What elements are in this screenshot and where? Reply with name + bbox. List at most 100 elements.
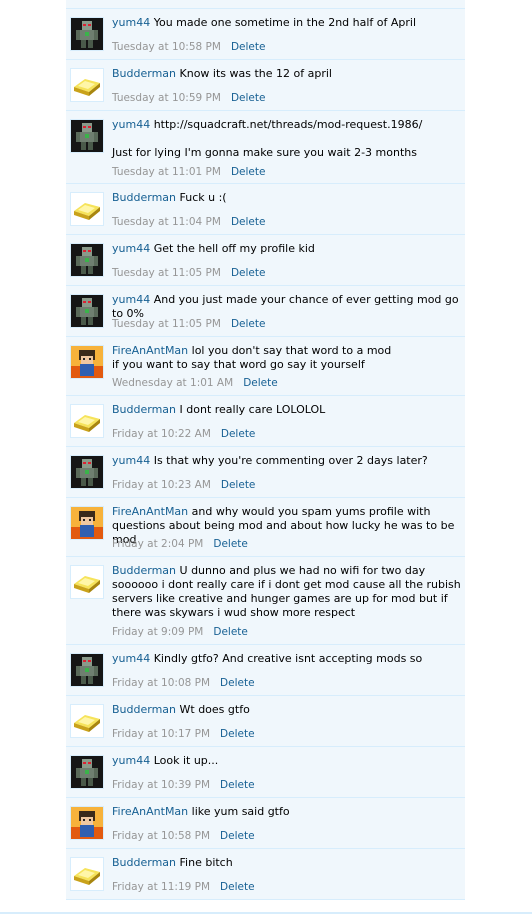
- comment-text: And you just made your chance of ever ge…: [112, 293, 463, 320]
- delete-link[interactable]: Delete: [220, 677, 255, 689]
- delete-link[interactable]: Delete: [220, 830, 255, 842]
- author-link[interactable]: yum44: [112, 242, 150, 255]
- comment-meta: Tuesday at 11:04 PM Delete: [112, 216, 265, 228]
- delete-link[interactable]: Delete: [231, 216, 266, 228]
- avatar[interactable]: [70, 806, 104, 840]
- comment-body: Budderman Know its was the 12 of april: [112, 67, 461, 81]
- delete-link[interactable]: Delete: [221, 479, 256, 491]
- divider: [0, 912, 532, 914]
- timestamp: Wednesday at 1:01 AM: [112, 377, 234, 389]
- avatar[interactable]: [70, 455, 104, 489]
- avatar[interactable]: [70, 192, 104, 226]
- comment-body: Budderman I dont really care LOLOLOL: [112, 403, 461, 417]
- comment-item: yum44 And you just made your chance of e…: [66, 286, 465, 337]
- comment-text: I dont really care LOLOLOL: [179, 403, 326, 416]
- comment-meta: Tuesday at 11:01 PM Delete: [112, 166, 265, 178]
- delete-link[interactable]: Delete: [220, 779, 255, 791]
- delete-link[interactable]: Delete: [243, 377, 278, 389]
- avatar[interactable]: [70, 653, 104, 687]
- avatar[interactable]: [70, 857, 104, 891]
- author-link[interactable]: Budderman: [112, 703, 176, 716]
- author-link[interactable]: Budderman: [112, 564, 176, 577]
- author-link[interactable]: FireAnAntMan: [112, 344, 188, 357]
- delete-link[interactable]: Delete: [213, 538, 248, 550]
- avatar[interactable]: [70, 704, 104, 738]
- comment-thread: yum44 You made one sometime in the 2nd h…: [66, 0, 465, 900]
- author-link[interactable]: yum44: [112, 454, 150, 467]
- timestamp: Friday at 2:04 PM: [112, 538, 204, 550]
- delete-link[interactable]: Delete: [231, 92, 266, 104]
- comment-body: FireAnAntMan like yum said gtfo: [112, 805, 461, 819]
- comment-body: yum44 Kindly gtfo? And creative isnt acc…: [112, 652, 461, 666]
- gold-ingot-icon: [74, 868, 100, 885]
- avatar[interactable]: [70, 345, 104, 379]
- comment-text: Get the hell off my profile kid: [153, 242, 315, 255]
- comment-item: yum44 Is that why you're commenting over…: [66, 447, 465, 498]
- comment-text: Look it up...: [153, 754, 219, 767]
- delete-link[interactable]: Delete: [231, 267, 266, 279]
- comment-item: FireAnAntMan like yum said gtfo Friday at…: [66, 798, 465, 849]
- avatar[interactable]: [70, 294, 104, 328]
- comment-meta: Friday at 10:08 PM Delete: [112, 677, 255, 689]
- yum44-icon: [71, 244, 103, 276]
- author-link[interactable]: yum44: [112, 652, 150, 665]
- comment-text: Wt does gtfo: [179, 703, 250, 716]
- delete-link[interactable]: Delete: [220, 728, 255, 740]
- avatar[interactable]: [70, 17, 104, 51]
- author-link[interactable]: yum44: [112, 293, 150, 306]
- author-link[interactable]: Budderman: [112, 403, 176, 416]
- author-link[interactable]: FireAnAntMan: [112, 505, 188, 518]
- delete-link[interactable]: Delete: [231, 166, 266, 178]
- comment-item: Budderman U dunno and plus we had no wif…: [66, 557, 465, 645]
- timestamp: Friday at 10:58 PM: [112, 830, 211, 842]
- comment-body: yum44 http://squadcraft.net/threads/mod-…: [112, 118, 461, 160]
- delete-link[interactable]: Delete: [220, 881, 255, 893]
- author-link[interactable]: Budderman: [112, 67, 176, 80]
- gold-ingot-icon: [74, 715, 100, 732]
- author-link[interactable]: yum44: [112, 754, 150, 767]
- avatar[interactable]: [70, 404, 104, 438]
- avatar[interactable]: [70, 119, 104, 153]
- comment-meta: Tuesday at 10:58 PM Delete: [112, 41, 265, 53]
- comment-item: Budderman Fine bitch Friday at 11:19 PM De…: [66, 849, 465, 900]
- comment-body: Budderman Fine bitch: [112, 856, 461, 870]
- timestamp: Tuesday at 11:01 PM: [112, 166, 221, 178]
- author-link[interactable]: yum44: [112, 118, 150, 131]
- timestamp: Tuesday at 11:05 PM: [112, 318, 221, 330]
- avatar[interactable]: [70, 565, 104, 599]
- timestamp: Tuesday at 10:58 PM: [112, 41, 221, 53]
- comment-text: Fuck u :(: [179, 191, 227, 204]
- timestamp: Friday at 10:08 PM: [112, 677, 211, 689]
- comment-item: yum44 Get the hell off my profile kid Tue…: [66, 235, 465, 286]
- delete-link[interactable]: Delete: [213, 626, 248, 638]
- comment-body: yum44 You made one sometime in the 2nd h…: [112, 16, 461, 30]
- avatar[interactable]: [70, 243, 104, 277]
- delete-link[interactable]: Delete: [231, 41, 266, 53]
- avatar[interactable]: [70, 68, 104, 102]
- comment-text: You made one sometime in the 2nd half of…: [153, 16, 417, 29]
- comment-text: Know its was the 12 of april: [179, 67, 332, 80]
- avatar[interactable]: [70, 755, 104, 789]
- comment-item: yum44 http://squadcraft.net/threads/mod-…: [66, 111, 465, 184]
- gold-ingot-icon: [74, 203, 100, 220]
- comment-meta: Wednesday at 1:01 AM Delete: [112, 377, 278, 389]
- author-link[interactable]: Budderman: [112, 191, 176, 204]
- comment-text: http://squadcraft.net/threads/mod-reques…: [112, 118, 423, 159]
- author-link[interactable]: yum44: [112, 16, 150, 29]
- author-link[interactable]: FireAnAntMan: [112, 805, 188, 818]
- comment-meta: Friday at 10:17 PM Delete: [112, 728, 255, 740]
- comment-body: Budderman U dunno and plus we had no wif…: [112, 564, 461, 620]
- comment-item: Budderman Know its was the 12 of april Tu…: [66, 60, 465, 111]
- fireanantman-icon: [71, 507, 103, 539]
- yum44-icon: [71, 120, 103, 152]
- delete-link[interactable]: Delete: [231, 318, 266, 330]
- comment-item: yum44 You made one sometime in the 2nd h…: [66, 9, 465, 60]
- delete-link[interactable]: Delete: [221, 428, 256, 440]
- comment-meta: Tuesday at 11:05 PM Delete: [112, 318, 265, 330]
- avatar[interactable]: [70, 506, 104, 540]
- comment-item: FireAnAntMan lol you don't say that word…: [66, 337, 465, 396]
- comment-item: yum44 Look it up... Friday at 10:39 PM Del…: [66, 747, 465, 798]
- author-link[interactable]: Budderman: [112, 856, 176, 869]
- comment-item: Budderman Fuck u :( Tuesday at 11:04 PM De…: [66, 184, 465, 235]
- timestamp: Tuesday at 10:59 PM: [112, 92, 221, 104]
